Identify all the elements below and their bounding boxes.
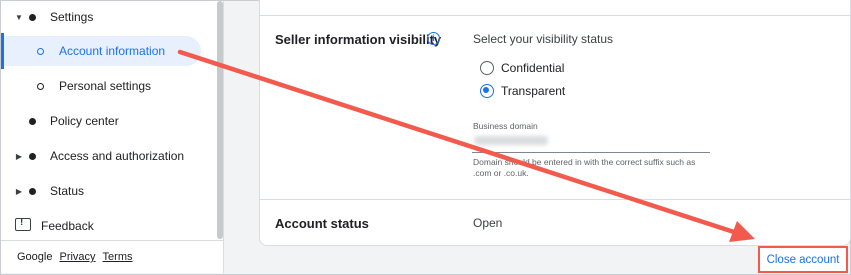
- sidebar-item-status[interactable]: ▶ Status: [1, 176, 211, 206]
- radio-label-transparent: Transparent: [501, 84, 566, 98]
- chevron-down-icon[interactable]: ▼: [14, 13, 24, 22]
- bullet-icon: [29, 152, 36, 160]
- sidebar-item-label: Access and authorization: [50, 149, 185, 163]
- sidebar-item-feedback[interactable]: Feedback: [1, 211, 211, 241]
- chevron-right-icon[interactable]: ▶: [14, 187, 24, 196]
- google-brand: Google: [17, 251, 53, 263]
- active-indicator: [1, 33, 4, 69]
- terms-link[interactable]: Terms: [103, 251, 133, 263]
- business-domain-field[interactable]: [472, 152, 710, 153]
- sidebar-nav: ▼ Settings Account information Personal …: [1, 1, 224, 273]
- sidebar-item-account-information[interactable]: Account information: [1, 36, 201, 66]
- sidebar-footer: Google Privacy Terms: [1, 240, 223, 273]
- sidebar-item-label: Feedback: [41, 219, 94, 233]
- sidebar-item-policy-center[interactable]: Policy center: [1, 106, 211, 136]
- bullet-icon: [29, 187, 36, 195]
- bullet-icon: [29, 13, 36, 21]
- sidebar-item-label: Settings: [50, 10, 94, 24]
- account-status-value: Open: [473, 216, 503, 230]
- radio-confidential[interactable]: [480, 61, 494, 75]
- sidebar-scrollbar[interactable]: [217, 1, 223, 239]
- feedback-icon: [15, 217, 31, 231]
- account-status-title: Account status: [275, 216, 369, 231]
- sidebar-item-label: Policy center: [50, 114, 119, 128]
- section-divider: [259, 15, 851, 16]
- visibility-prompt: Select your visibility status: [473, 32, 614, 46]
- business-domain-helper: Domain should be entered in with the cor…: [473, 157, 696, 178]
- sidebar-item-settings[interactable]: ▼ Settings: [1, 2, 211, 32]
- bullet-icon: [29, 117, 36, 125]
- ring-icon: [37, 82, 44, 90]
- privacy-link[interactable]: Privacy: [59, 251, 95, 263]
- sidebar-item-label: Personal settings: [59, 79, 152, 93]
- sidebar-item-personal-settings[interactable]: Personal settings: [1, 71, 211, 101]
- section-divider: [259, 199, 851, 200]
- radio-label-confidential: Confidential: [501, 61, 565, 75]
- seller-visibility-title: Seller information visibility: [275, 32, 442, 47]
- info-icon[interactable]: i: [427, 32, 440, 45]
- radio-transparent[interactable]: [480, 84, 494, 98]
- sidebar-item-label: Account information: [59, 44, 166, 58]
- close-account-label: Close account: [766, 253, 840, 266]
- sidebar-item-access-and-authorization[interactable]: ▶ Access and authorization: [1, 141, 211, 171]
- business-domain-label: Business domain: [473, 121, 538, 131]
- business-domain-value[interactable]: [474, 136, 548, 145]
- ring-icon: [37, 47, 44, 55]
- close-account-button[interactable]: Close account: [758, 246, 848, 273]
- sidebar-item-label: Status: [50, 184, 85, 198]
- chevron-right-icon[interactable]: ▶: [14, 152, 24, 161]
